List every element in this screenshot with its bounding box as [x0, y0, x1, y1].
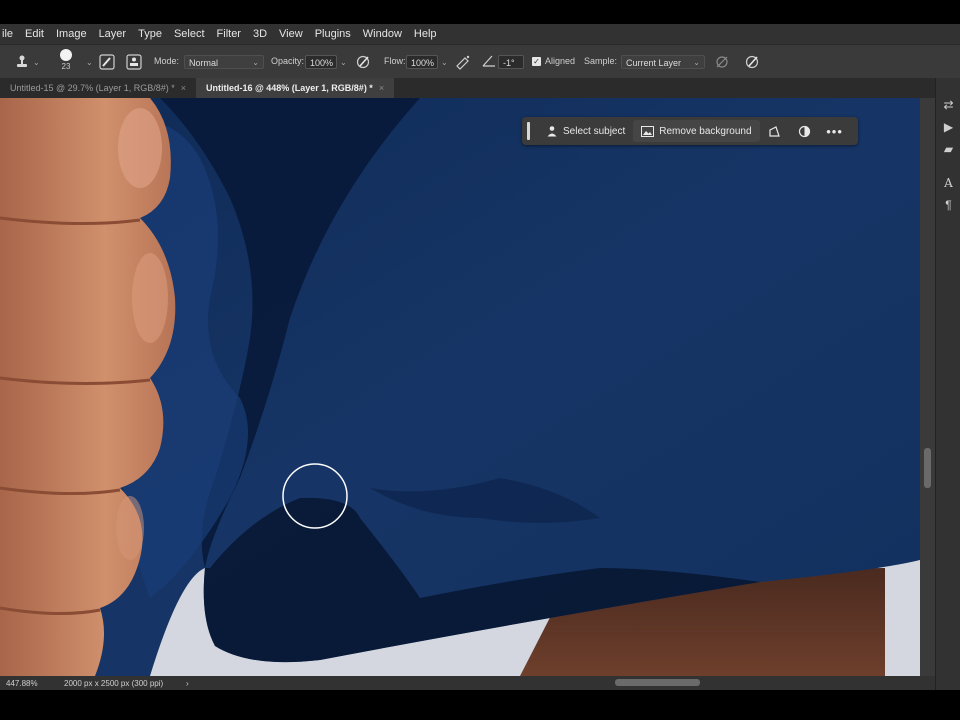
tab-untitled-16[interactable]: Untitled-16 @ 448% (Layer 1, RGB/8#) * ×	[195, 78, 395, 98]
image-icon	[641, 125, 655, 137]
menu-filter[interactable]: Filter	[211, 28, 247, 40]
contextual-task-bar: Select subject Remove background •••	[522, 117, 858, 145]
menu-help[interactable]: Help	[408, 28, 443, 40]
sample-value: Current Layer	[626, 58, 682, 68]
half-circle-icon	[798, 125, 811, 137]
select-subject-button[interactable]: Select subject	[538, 120, 633, 142]
sample-label: Sample:	[584, 56, 618, 66]
ignore-adjustment-button[interactable]	[714, 54, 730, 70]
aligned-checkbox[interactable]: ✓ Aligned	[532, 56, 575, 66]
chevron-down-icon: ⌄	[441, 57, 448, 67]
menu-edit[interactable]: Edit	[19, 28, 50, 40]
drag-handle[interactable]	[527, 122, 530, 140]
pressure-opacity-icon	[356, 55, 370, 69]
flow-field[interactable]: 100% ⌄	[406, 55, 448, 69]
chevron-down-icon: ⌄	[693, 58, 700, 67]
play-icon[interactable]: ▶	[940, 118, 957, 135]
menu-file[interactable]: ile	[0, 28, 19, 40]
checkbox-checked-icon: ✓	[532, 56, 541, 66]
menu-plugins[interactable]: Plugins	[309, 28, 357, 40]
tool-options-bar: ⌄ 23 ⌄ Mode: Normal ⌄ Opacity: 100% ⌄ Fl…	[0, 44, 960, 80]
transform-button[interactable]	[764, 120, 786, 142]
pressure-size-icon	[745, 55, 759, 69]
clone-source-icon	[126, 54, 142, 70]
flow-label: Flow:	[384, 56, 406, 66]
tab-label: Untitled-16 @ 448% (Layer 1, RGB/8#) *	[205, 83, 373, 93]
vertical-scrollbar[interactable]	[920, 98, 935, 676]
person-icon	[547, 126, 557, 137]
brush-size-picker[interactable]: 23	[60, 49, 72, 71]
tool-preset-picker[interactable]: ⌄	[14, 54, 40, 70]
angle-field[interactable]: -1°	[498, 55, 524, 69]
status-menu-arrow[interactable]: ›	[186, 679, 189, 688]
brush-tip-preview	[60, 49, 72, 61]
menu-type[interactable]: Type	[132, 28, 168, 40]
remove-background-button[interactable]: Remove background	[633, 120, 760, 142]
paragraph-icon[interactable]: ¶	[940, 196, 957, 213]
angle-icon	[482, 55, 495, 67]
opacity-label: Opacity:	[271, 56, 305, 66]
sample-dropdown[interactable]: Current Layer ⌄	[621, 55, 705, 69]
menu-select[interactable]: Select	[168, 28, 211, 40]
vertical-scroll-thumb[interactable]	[924, 448, 931, 488]
document-canvas[interactable]	[0, 98, 920, 676]
opacity-value: 100%	[310, 58, 334, 68]
zoom-level[interactable]: 447.88%	[6, 679, 56, 688]
menu-3d[interactable]: 3D	[247, 28, 273, 40]
airbrush-icon	[456, 55, 470, 70]
tab-untitled-15[interactable]: Untitled-15 @ 29.7% (Layer 1, RGB/8#) * …	[0, 78, 196, 98]
history-icon[interactable]: ⇄	[940, 96, 957, 113]
menu-image[interactable]: Image	[50, 28, 93, 40]
document-info: 2000 px x 2500 px (300 ppi)	[64, 678, 164, 688]
select-subject-label: Select subject	[563, 125, 626, 137]
comment-icon[interactable]: ▰	[940, 140, 957, 157]
airbrush-button[interactable]	[455, 54, 471, 70]
menu-layer[interactable]: Layer	[93, 28, 133, 40]
photo-image	[0, 98, 920, 676]
menu-bar: ile Edit Image Layer Type Select Filter …	[0, 24, 960, 44]
chevron-down-icon: ⌄	[86, 58, 93, 67]
clone-source-button[interactable]	[126, 54, 142, 70]
status-bar: 447.88% 2000 px x 2500 px (300 ppi) ›	[0, 676, 935, 690]
remove-background-label: Remove background	[659, 125, 752, 137]
pressure-opacity-button[interactable]	[355, 54, 371, 70]
adjustment-button[interactable]	[794, 120, 816, 142]
clone-stamp-icon	[17, 55, 27, 67]
pressure-size-button[interactable]	[744, 54, 760, 70]
close-icon[interactable]: ×	[379, 78, 384, 98]
right-panel-dock: ⇄ ▶ ▰ A ¶	[935, 78, 960, 690]
aligned-label: Aligned	[545, 56, 576, 66]
chevron-down-icon: ⌄	[252, 58, 259, 67]
tab-label: Untitled-15 @ 29.7% (Layer 1, RGB/8#) *	[10, 83, 175, 93]
screen-bottom	[0, 690, 960, 720]
menu-view[interactable]: View	[273, 28, 309, 40]
chevron-down-icon: ⌄	[33, 57, 40, 67]
character-icon[interactable]: A	[940, 174, 957, 191]
close-icon[interactable]: ×	[181, 78, 186, 98]
brush-size-value: 23	[61, 62, 71, 71]
angle-value: -1°	[503, 58, 515, 68]
horizontal-scroll-thumb[interactable]	[615, 679, 700, 686]
transform-icon	[769, 125, 780, 137]
ignore-adjustment-icon	[716, 56, 728, 68]
title-bar	[0, 0, 960, 24]
document-tabs: Untitled-15 @ 29.7% (Layer 1, RGB/8#) * …	[0, 78, 935, 98]
mode-label: Mode:	[154, 56, 180, 66]
angle-icon-wrap	[482, 54, 496, 68]
more-options-icon[interactable]: •••	[824, 120, 846, 142]
mode-value: Normal	[189, 58, 219, 68]
brush-settings-icon	[99, 54, 115, 70]
flow-value: 100%	[411, 58, 435, 68]
chevron-down-icon: ⌄	[340, 57, 347, 67]
mode-dropdown[interactable]: Normal ⌄	[184, 55, 264, 69]
menu-window[interactable]: Window	[357, 28, 408, 40]
opacity-field[interactable]: 100% ⌄	[305, 55, 347, 69]
brush-settings-button[interactable]	[99, 54, 115, 70]
